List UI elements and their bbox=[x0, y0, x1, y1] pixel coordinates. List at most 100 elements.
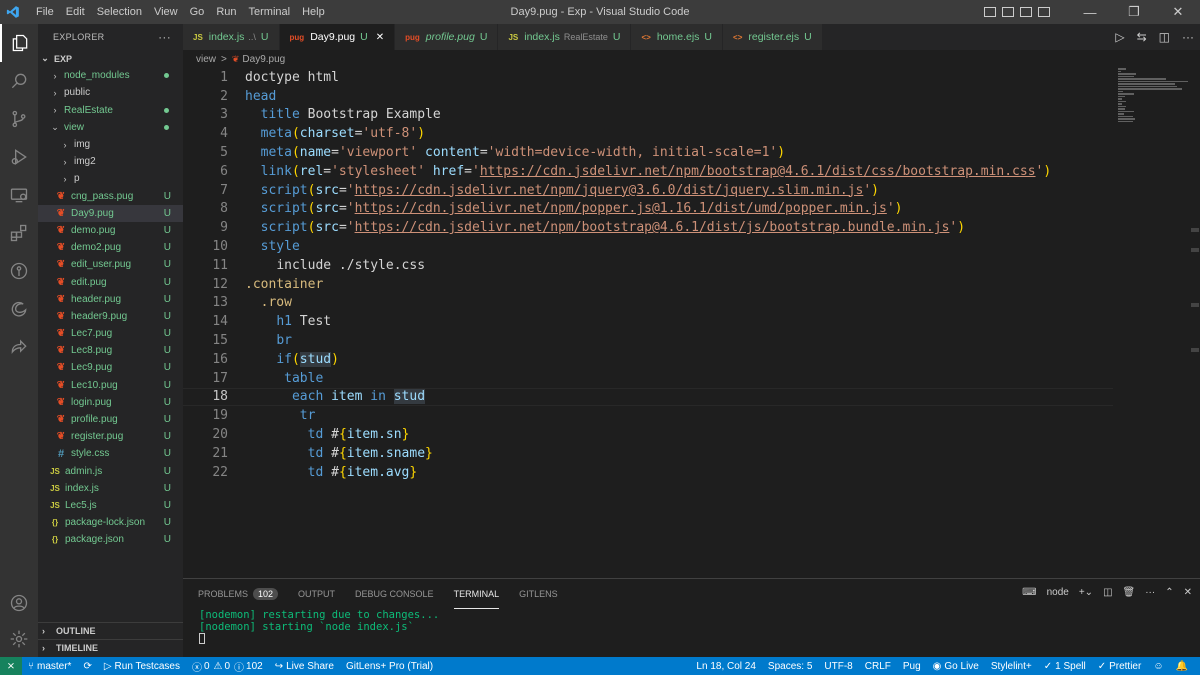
breadcrumb-file[interactable]: Day9.pug bbox=[242, 54, 285, 65]
tree-item[interactable]: ❦ Lec8.pug U bbox=[38, 342, 183, 359]
editor-scrollbar[interactable] bbox=[1190, 68, 1200, 578]
toggle-sidebar-icon[interactable] bbox=[984, 7, 996, 17]
run-file-icon[interactable]: ▷ bbox=[1115, 30, 1124, 44]
panel-tab-problems[interactable]: PROBLEMS 102 bbox=[198, 579, 279, 609]
encoding[interactable]: UTF-8 bbox=[818, 661, 858, 672]
notifications-icon[interactable]: 🔔 bbox=[1170, 661, 1194, 672]
code-line[interactable]: 17 table bbox=[183, 369, 1113, 388]
tree-item[interactable]: {} package.json U bbox=[38, 531, 183, 548]
tree-item[interactable]: ❦ demo2.pug U bbox=[38, 239, 183, 256]
menu-item-go[interactable]: Go bbox=[184, 0, 211, 24]
remote-indicator-icon[interactable]: ⨯ bbox=[0, 657, 22, 675]
manage-gear-icon[interactable] bbox=[0, 620, 38, 658]
code-line[interactable]: 12 .container bbox=[183, 275, 1113, 294]
remote-explorer-icon[interactable] bbox=[0, 176, 38, 214]
workspace-root[interactable]: ⌄ EXP bbox=[38, 50, 183, 67]
tree-item[interactable]: {} package-lock.json U bbox=[38, 514, 183, 531]
tree-item[interactable]: ❦ edit.pug U bbox=[38, 273, 183, 290]
code-line[interactable]: 1 doctype html bbox=[183, 68, 1113, 87]
edge-devtools-icon[interactable] bbox=[0, 290, 38, 328]
menu-item-selection[interactable]: Selection bbox=[91, 0, 148, 24]
language-mode[interactable]: Pug bbox=[897, 661, 927, 672]
tree-item[interactable]: ❦ Lec9.pug U bbox=[38, 359, 183, 376]
code-line[interactable]: 10 style bbox=[183, 237, 1113, 256]
code-line[interactable]: 22 td #{item.avg} bbox=[183, 463, 1113, 482]
run-debug-icon[interactable] bbox=[0, 138, 38, 176]
customize-layout-icon[interactable] bbox=[1038, 7, 1050, 17]
code-line[interactable]: 6 link(rel='stylesheet' href='https://cd… bbox=[183, 162, 1113, 181]
tree-item[interactable]: ⌄ view bbox=[38, 119, 183, 136]
kill-terminal-icon[interactable]: 🗑 bbox=[1123, 587, 1136, 598]
tree-item[interactable]: JS admin.js U bbox=[38, 463, 183, 480]
split-editor-icon[interactable]: ◫ bbox=[1159, 30, 1170, 44]
tree-item[interactable]: › img bbox=[38, 136, 183, 153]
tree-item[interactable]: › img2 bbox=[38, 153, 183, 170]
code-line[interactable]: 11 include ./style.css bbox=[183, 256, 1113, 275]
tree-item[interactable]: › node_modules bbox=[38, 67, 183, 84]
code-line[interactable]: 21 td #{item.sname} bbox=[183, 444, 1113, 463]
gitlens-status[interactable]: GitLens+ Pro (Trial) bbox=[340, 661, 439, 672]
code-line[interactable]: 9 script(src='https://cdn.jsdelivr.net/n… bbox=[183, 218, 1113, 237]
code-line[interactable]: 2 head bbox=[183, 87, 1113, 106]
source-control-icon[interactable] bbox=[0, 100, 38, 138]
code-line[interactable]: 7 script(src='https://cdn.jsdelivr.net/n… bbox=[183, 181, 1113, 200]
tree-item[interactable]: ❦ register.pug U bbox=[38, 428, 183, 445]
split-terminal-icon[interactable]: ◫ bbox=[1103, 587, 1112, 598]
account-icon[interactable] bbox=[0, 584, 38, 622]
more-icon[interactable]: ··· bbox=[1145, 587, 1155, 598]
code-line[interactable]: 3 title Bootstrap Example bbox=[183, 106, 1113, 125]
code-line[interactable]: 14 h1 Test bbox=[183, 312, 1113, 331]
new-terminal-icon[interactable]: +⌄ bbox=[1079, 587, 1093, 598]
tree-item[interactable]: ❦ login.pug U bbox=[38, 394, 183, 411]
explorer-icon[interactable] bbox=[0, 24, 38, 62]
tree-item[interactable]: › RealEstate bbox=[38, 102, 183, 119]
tree-item[interactable]: ❦ edit_user.pug U bbox=[38, 256, 183, 273]
code-editor[interactable]: 1 doctype html 2 head 3 title Bootstrap Exam… bbox=[183, 68, 1113, 482]
prettier-status[interactable]: ✓ Prettier bbox=[1092, 661, 1148, 672]
tree-item[interactable]: › p bbox=[38, 170, 183, 187]
close-window-button[interactable]: ✕ bbox=[1156, 4, 1200, 20]
tree-item[interactable]: ❦ header9.pug U bbox=[38, 308, 183, 325]
tree-item[interactable]: ❦ cng_pass.pug U bbox=[38, 188, 183, 205]
tab-home-ejs[interactable]: <> home.ejs U bbox=[631, 24, 724, 50]
search-icon[interactable] bbox=[0, 62, 38, 100]
live-share-icon[interactable] bbox=[0, 328, 38, 366]
tree-item[interactable]: ❦ Day9.pug U bbox=[38, 204, 183, 222]
tree-item[interactable]: ❦ demo.pug U bbox=[38, 222, 183, 239]
minimap[interactable] bbox=[1118, 68, 1188, 122]
line-ending[interactable]: CRLF bbox=[859, 661, 897, 672]
menu-item-terminal[interactable]: Terminal bbox=[243, 0, 297, 24]
cursor-position[interactable]: Ln 18, Col 24 bbox=[690, 661, 762, 672]
more-actions-icon[interactable]: ··· bbox=[1182, 30, 1194, 44]
problems-status[interactable]: ⓧ 0 ⚠ 0 ⓘ 102 bbox=[186, 659, 269, 674]
code-line[interactable]: 18 each item in stud bbox=[183, 387, 1113, 407]
tab-index-js[interactable]: JS index.js ..\ U bbox=[183, 24, 280, 50]
stylelint-status[interactable]: Stylelint+ bbox=[985, 661, 1038, 672]
menu-item-help[interactable]: Help bbox=[296, 0, 331, 24]
breadcrumb-folder[interactable]: view bbox=[196, 54, 216, 65]
panel-tab-output[interactable]: OUTPUT bbox=[298, 579, 335, 609]
panel-tab-terminal[interactable]: TERMINAL bbox=[453, 579, 500, 609]
timeline-section[interactable]: › TIMELINE bbox=[38, 639, 183, 656]
close-tab-icon[interactable]: ✕ bbox=[376, 32, 384, 43]
tree-item[interactable]: ❦ profile.pug U bbox=[38, 411, 183, 428]
tree-item[interactable]: ❦ Lec10.pug U bbox=[38, 377, 183, 394]
restore-button[interactable]: ❐ bbox=[1112, 4, 1156, 20]
menu-item-file[interactable]: File bbox=[30, 0, 60, 24]
code-line[interactable]: 13 .row bbox=[183, 294, 1113, 313]
code-line[interactable]: 8 script(src='https://cdn.jsdelivr.net/n… bbox=[183, 200, 1113, 219]
tree-item[interactable]: # style.css U bbox=[38, 445, 183, 462]
indentation[interactable]: Spaces: 5 bbox=[762, 661, 818, 672]
tree-item[interactable]: JS index.js U bbox=[38, 480, 183, 497]
menu-item-view[interactable]: View bbox=[148, 0, 184, 24]
tab-index-js[interactable]: JS index.js RealEstate U bbox=[498, 24, 632, 50]
tree-item[interactable]: ❦ header.pug U bbox=[38, 291, 183, 308]
panel-tab-gitlens[interactable]: GITLENS bbox=[519, 579, 558, 609]
terminal-output[interactable]: [nodemon] restarting due to changes... [… bbox=[183, 609, 1200, 647]
tab-Day9-pug[interactable]: pug Day9.pug U ✕ bbox=[279, 24, 396, 50]
toggle-secondary-sidebar-icon[interactable] bbox=[1020, 7, 1032, 17]
run-testcases[interactable]: ▷ Run Testcases bbox=[98, 661, 186, 672]
code-line[interactable]: 5 meta(name='viewport' content='width=de… bbox=[183, 143, 1113, 162]
branch-status[interactable]: ⑂ master* bbox=[22, 661, 77, 672]
more-actions-icon[interactable]: ··· bbox=[158, 30, 171, 44]
